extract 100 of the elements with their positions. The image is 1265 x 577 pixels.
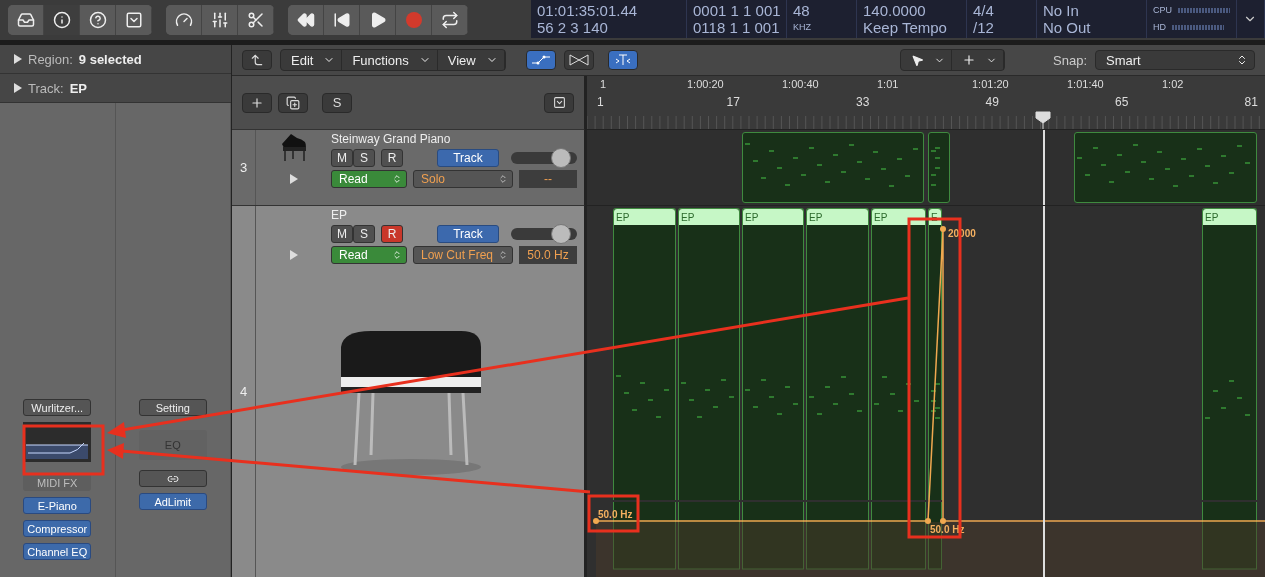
- automation-mode-select[interactable]: Read: [331, 246, 407, 264]
- disclosure-triangle-icon: [289, 250, 298, 260]
- parameter-select[interactable]: Solo: [413, 170, 513, 188]
- mute-button[interactable]: M: [331, 149, 353, 167]
- menu-button[interactable]: View: [437, 50, 505, 70]
- midi-region[interactable]: EP: [613, 208, 676, 500]
- lcd-text: No Out: [1043, 19, 1092, 36]
- midi-region[interactable]: [1074, 132, 1257, 203]
- midi-region[interactable]: EP: [678, 208, 740, 500]
- lcd-text: Keep Tempo: [863, 19, 948, 36]
- mute-button[interactable]: M: [331, 225, 353, 243]
- region-name: EP: [614, 209, 675, 225]
- setting-button[interactable]: Wurlitzer...: [23, 399, 92, 416]
- lcd-text: KHZ: [793, 21, 812, 34]
- midi-region[interactable]: EP: [871, 208, 926, 500]
- updown-icon: [392, 174, 402, 184]
- duplicate-track-button[interactable]: [278, 92, 308, 113]
- time-label: 1:01:40: [1067, 78, 1104, 90]
- automation-mode-select[interactable]: Read: [331, 170, 407, 188]
- midi-region[interactable]: EP: [806, 208, 869, 500]
- lcd-text: 4/4: [973, 2, 995, 19]
- track-button[interactable]: Track: [437, 225, 499, 243]
- meter-label: HD: [1153, 21, 1166, 34]
- help-icon: [88, 11, 107, 29]
- setting-button[interactable]: Setting: [138, 399, 207, 416]
- menu-button[interactable]: Edit: [281, 50, 343, 70]
- toggle-button[interactable]: [607, 50, 638, 70]
- track-number: 3: [239, 160, 248, 175]
- arrow-up-icon: [250, 53, 264, 67]
- midi-region[interactable]: [742, 132, 924, 203]
- bar-number: 17: [726, 95, 740, 109]
- meter-label: CPU: [1153, 4, 1172, 17]
- meter-bar: [1172, 25, 1224, 30]
- plugin-slot[interactable]: Compressor: [23, 520, 92, 537]
- midi-region[interactable]: EP: [742, 208, 804, 500]
- solo-button[interactable]: S: [353, 149, 375, 167]
- parameter-value: --: [519, 170, 577, 188]
- record-enable-button[interactable]: R: [381, 225, 403, 243]
- time-label: 1:00:20: [687, 78, 724, 90]
- plugin-slot[interactable]: Channel EQ: [23, 543, 92, 560]
- view-button[interactable]: [8, 5, 44, 35]
- midi-region[interactable]: [928, 132, 950, 203]
- lcd-text: 01:01:35:01.44: [537, 2, 639, 19]
- region-name: EP: [1203, 209, 1256, 225]
- rewind-button[interactable]: [288, 5, 324, 35]
- region-lower-part[interactable]: [678, 502, 740, 570]
- bar-number: 33: [856, 95, 870, 109]
- inspector-section[interactable]: Region: 9 selected: [0, 45, 231, 74]
- record-icon: [405, 12, 422, 28]
- updown-icon: [392, 250, 402, 260]
- automation-curve-icon: [530, 55, 551, 65]
- solo-mode-button[interactable]: S: [322, 92, 352, 113]
- collapse-button[interactable]: [544, 92, 574, 113]
- track-name: EP: [331, 208, 348, 222]
- record-enable-button[interactable]: R: [381, 149, 403, 167]
- add-track-button[interactable]: [242, 92, 272, 113]
- time-label: 1:01: [877, 78, 899, 90]
- chevron-box-icon: [552, 96, 566, 109]
- section-value: 9 selected: [78, 51, 142, 67]
- region-lower-part[interactable]: [871, 502, 926, 570]
- menu-button[interactable]: Functions: [342, 50, 438, 70]
- playhead-handle[interactable]: [1035, 111, 1051, 129]
- catch-playhead-icon: [613, 54, 632, 66]
- smart-controls-button[interactable]: [166, 5, 202, 35]
- lcd-text: 48: [793, 2, 811, 19]
- snap-label: Snap:: [1053, 52, 1087, 68]
- region-lower-part[interactable]: [742, 502, 804, 570]
- lcd-text: 0001 1 1 001: [693, 2, 780, 19]
- link-button[interactable]: [138, 470, 207, 487]
- solo-button[interactable]: S: [353, 225, 375, 243]
- snap-select[interactable]: Smart: [1095, 50, 1255, 70]
- plus-icon: [250, 95, 264, 110]
- scissors-icon: [246, 11, 265, 29]
- lcd-text: 0118 1 1 001: [693, 19, 780, 36]
- time-label: 1:01:20: [972, 78, 1009, 90]
- crosshair-icon: [962, 53, 976, 67]
- region-lower-part[interactable]: [1202, 502, 1257, 570]
- parameter-select[interactable]: Low Cut Freq: [413, 246, 513, 264]
- toggle-button[interactable]: [563, 50, 594, 70]
- duplicate-icon: [286, 95, 300, 110]
- midi-region[interactable]: EP: [1202, 208, 1257, 500]
- eq-thumbnail[interactable]: [23, 422, 92, 462]
- lcd-text: 56 2 3 140: [537, 19, 609, 36]
- lcd-text: 140.0000: [863, 2, 927, 19]
- pointer-icon: [911, 53, 924, 67]
- region-name: EP: [679, 209, 739, 225]
- annotation-box: [587, 494, 640, 533]
- dial-icon: [174, 11, 193, 29]
- inspector-section[interactable]: Track: EP: [0, 74, 231, 103]
- time-label: 1: [600, 78, 607, 90]
- chevron-box-icon: [124, 11, 143, 29]
- plugin-slot[interactable]: AdLimit: [138, 493, 207, 510]
- plugin-slot[interactable]: E-Piano: [23, 497, 92, 514]
- toggle-button[interactable]: [525, 50, 556, 70]
- bar-number: 65: [1115, 95, 1129, 109]
- back-button[interactable]: [242, 50, 272, 70]
- region-lower-part[interactable]: [806, 502, 869, 570]
- track-button[interactable]: Track: [437, 149, 499, 167]
- flex-waveform-icon: [568, 54, 589, 66]
- automation-value-label: 50.0 Hz: [598, 509, 633, 520]
